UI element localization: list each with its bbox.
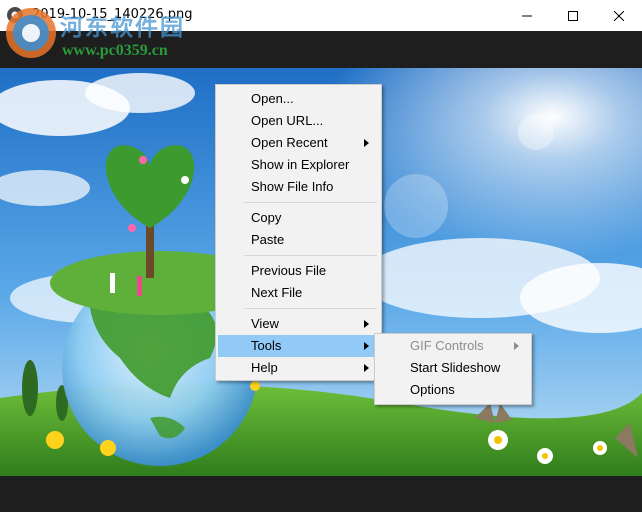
minimize-icon — [522, 15, 532, 16]
menu-item-label: Open Recent — [251, 135, 328, 150]
menu-item-label: Paste — [251, 232, 285, 247]
menu-item-label: Tools — [251, 338, 282, 353]
watermark-title: 河东软件园 — [60, 14, 185, 41]
submenu-item-options[interactable]: Options — [377, 379, 529, 401]
submenu-arrow-icon — [514, 342, 519, 350]
maximize-icon — [568, 10, 578, 21]
tools-submenu: GIF Controls Start Slideshow Options — [374, 333, 532, 405]
menu-item-open-recent[interactable]: Open Recent — [218, 132, 379, 154]
menu-item-label: Help — [251, 360, 278, 375]
menu-item-show-file-info[interactable]: Show File Info — [218, 176, 379, 198]
menu-item-label: View — [251, 316, 279, 331]
menu-item-next-file[interactable]: Next File — [218, 282, 379, 304]
menu-item-open[interactable]: Open... — [218, 88, 379, 110]
menu-item-previous-file[interactable]: Previous File — [218, 260, 379, 282]
menu-item-paste[interactable]: Paste — [218, 229, 379, 251]
menu-separator — [244, 308, 377, 309]
maximize-button[interactable] — [550, 0, 596, 31]
submenu-item-start-slideshow[interactable]: Start Slideshow — [377, 357, 529, 379]
submenu-arrow-icon — [364, 364, 369, 372]
context-menu: Open... Open URL... Open Recent Show in … — [215, 84, 382, 381]
menu-item-show-in-explorer[interactable]: Show in Explorer — [218, 154, 379, 176]
close-button[interactable] — [596, 0, 642, 31]
menu-item-label: Options — [410, 382, 455, 397]
menu-item-label: Start Slideshow — [410, 360, 501, 375]
menu-separator — [244, 202, 377, 203]
menu-item-copy[interactable]: Copy — [218, 207, 379, 229]
menu-item-open-url[interactable]: Open URL... — [218, 110, 379, 132]
menu-item-tools[interactable]: Tools — [218, 335, 379, 357]
viewer-bottom-bar — [0, 476, 642, 512]
menu-item-label: Open... — [251, 91, 294, 106]
watermark-url: www.pc0359.cn — [62, 42, 168, 59]
submenu-arrow-icon — [364, 139, 369, 147]
menu-item-label: Show in Explorer — [251, 157, 350, 172]
submenu-arrow-icon — [364, 342, 369, 350]
menu-item-label: Show File Info — [251, 179, 334, 194]
close-icon — [614, 10, 624, 21]
menu-item-label: Next File — [251, 285, 303, 300]
menu-item-label: Previous File — [251, 263, 327, 278]
menu-item-label: GIF Controls — [410, 338, 484, 353]
menu-item-view[interactable]: View — [218, 313, 379, 335]
minimize-button[interactable] — [504, 0, 550, 31]
menu-item-help[interactable]: Help — [218, 357, 379, 379]
menu-item-label: Open URL... — [251, 113, 324, 128]
menu-separator — [244, 255, 377, 256]
submenu-item-gif-controls[interactable]: GIF Controls — [377, 335, 529, 357]
watermark-logo — [6, 8, 56, 58]
watermark: 河东软件园 www.pc0359.cn — [0, 0, 210, 68]
submenu-arrow-icon — [364, 320, 369, 328]
menu-item-label: Copy — [251, 210, 282, 225]
